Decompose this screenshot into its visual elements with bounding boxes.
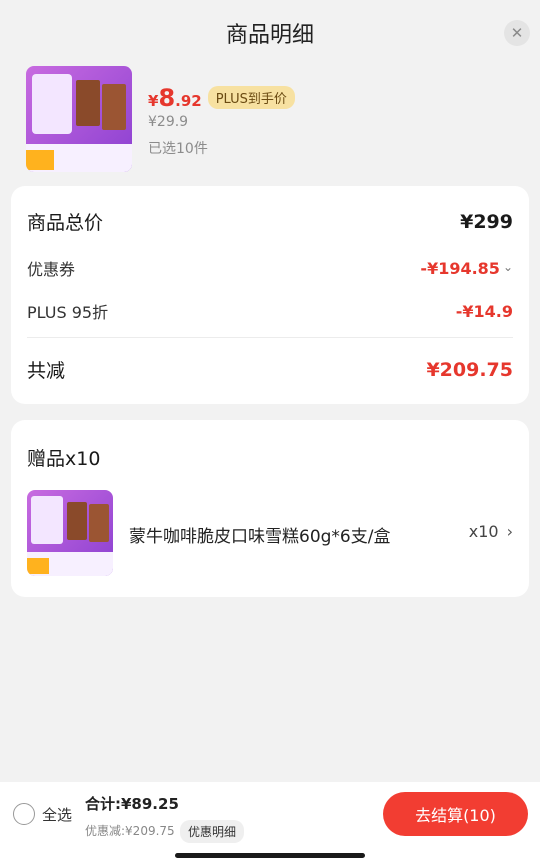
price-currency: ¥ [148,92,159,110]
price-row: ¥ 8 .92 PLUS到手价 [148,84,295,112]
price-decimal: .92 [175,92,202,110]
product-detail-sheet: 商品明细 ✕ ¥ 8 .92 PLUS到手价 ¥29.9 已选10件 商品总价 … [0,0,540,868]
plus-discount-label: PLUS 95折 [27,303,109,322]
select-all-label[interactable]: 全选 [42,804,72,825]
plus-discount-value: -¥14.9 [455,301,513,321]
footer-bar: 全选 合计:¥89.25 优惠减:¥209.75 优惠明细 去结算(10) [0,782,540,868]
product-summary: ¥ 8 .92 PLUS到手价 ¥29.9 已选10件 [0,66,540,186]
gift-item-qty: x10 [468,522,499,541]
total-row: 商品总价 ¥299 [27,208,513,235]
sheet-title: 商品明细 [225,23,314,48]
chevron-down-icon: ⌄ [502,260,513,274]
plus-discount-row: PLUS 95折 -¥14.9 [27,299,513,323]
coupon-value: -¥194.85 [420,258,500,278]
coupon-label: 优惠券 [27,260,76,279]
divider [27,337,513,338]
home-indicator [175,853,365,858]
gift-item-name: 蒙牛咖啡脆皮口味雪糕60g*6支/盒 [129,527,391,547]
price-integer: 8 [158,84,176,112]
header: 商品明细 ✕ [0,0,540,66]
total-value: ¥299 [460,210,513,233]
checkout-button[interactable]: 去结算(10) [383,792,528,836]
gift-title: 赠品x10 [27,448,101,470]
reduce-label: 共减 [27,360,66,382]
reduce-row: 共减 ¥209.75 [27,356,513,383]
gift-image [27,490,113,576]
selected-count: 已选10件 [148,141,208,157]
gift-card: 赠品x10 蒙牛咖啡脆皮口味雪糕60g*6支/盒 x10 › [11,420,529,597]
gift-item-row[interactable]: x10 › [469,522,513,541]
reduce-value: ¥209.75 [426,358,513,381]
select-all-radio[interactable] [13,803,35,825]
plus-price-tag: PLUS到手价 [207,86,295,109]
footer-total: 合计:¥89.25 [85,795,179,813]
chevron-right-icon: › [506,522,513,541]
footer-discount: 优惠减:¥209.75 [85,824,175,838]
total-label: 商品总价 [27,212,104,234]
close-icon[interactable]: ✕ [504,20,530,46]
product-image [26,66,132,172]
price-summary-card: 商品总价 ¥299 优惠券 -¥194.85 ⌄ PLUS 95折 -¥14.9… [11,186,529,404]
original-price: ¥29.9 [148,114,189,130]
discount-detail-button[interactable]: 优惠明细 [180,820,245,843]
coupon-row[interactable]: 优惠券 -¥194.85 ⌄ [27,256,513,280]
